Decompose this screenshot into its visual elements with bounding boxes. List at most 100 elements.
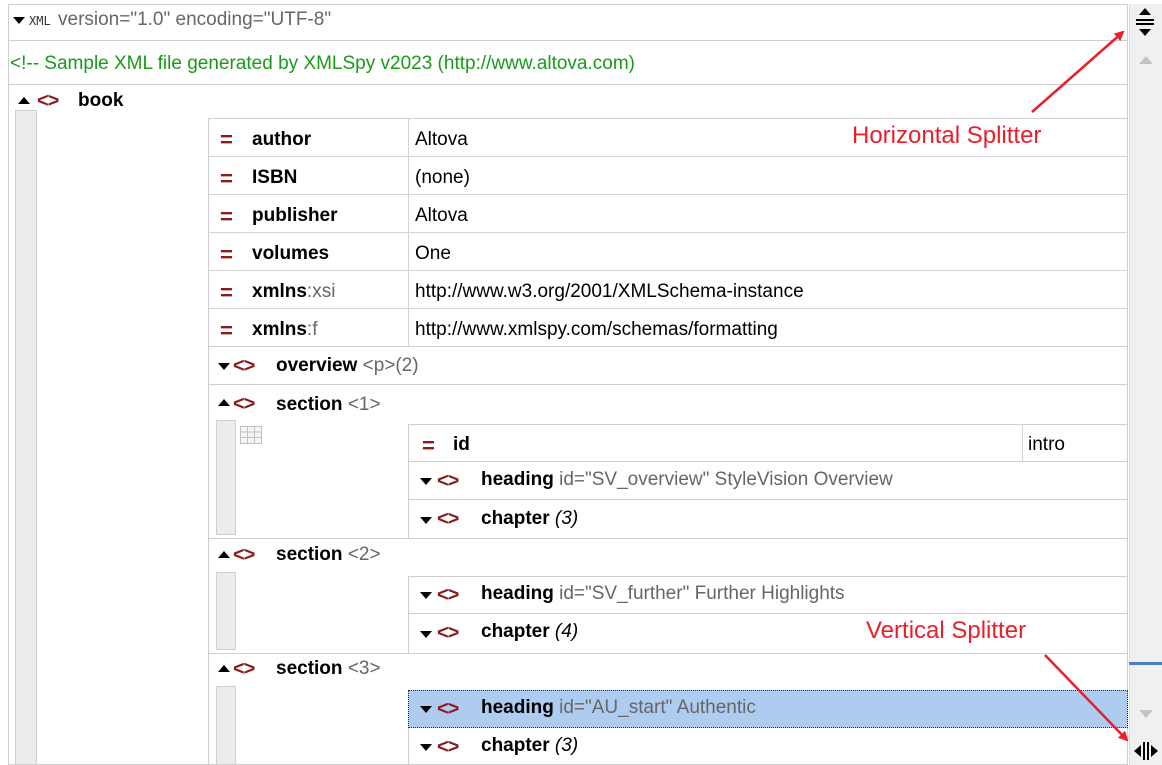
element-detail: id="SV_further" Further Highlights <box>559 583 845 604</box>
element-tag: <p> <box>362 355 396 376</box>
attribute-icon: = <box>220 204 233 229</box>
collapse-toggle-icon[interactable] <box>18 97 30 104</box>
comment-text: <!-- Sample XML file generated by XMLSpy… <box>10 53 635 74</box>
element-count: (3) <box>554 508 579 529</box>
element-icon: <> <box>437 470 459 492</box>
attr-value[interactable]: http://www.w3.org/2001/XMLSchema-instanc… <box>415 281 804 303</box>
expand-toggle-icon[interactable] <box>420 744 432 751</box>
element-count: (2) <box>395 355 419 376</box>
attribute-icon: = <box>422 433 435 458</box>
element-name: chapter <box>481 508 550 529</box>
collapse-toggle-icon[interactable] <box>218 399 230 406</box>
book-collapse-bar[interactable] <box>15 110 37 765</box>
element-name: chapter <box>481 735 550 756</box>
scroll-down-arrow-icon[interactable] <box>1139 710 1153 718</box>
element-name: section <box>276 658 343 679</box>
section-collapse-bar[interactable] <box>216 686 236 765</box>
element-icon: <> <box>437 622 459 644</box>
attr-name: id <box>453 434 470 455</box>
vertical-splitter-icon[interactable] <box>1133 740 1159 762</box>
attr-value[interactable]: Altova <box>415 129 468 151</box>
element-icon: <> <box>437 698 459 720</box>
horizontal-splitter-icon[interactable] <box>1134 6 1156 38</box>
expand-toggle-icon[interactable] <box>420 517 432 524</box>
element-detail: id="SV_overview" StyleVision Overview <box>559 469 893 490</box>
section-collapse-bar[interactable] <box>216 572 236 650</box>
attr-value[interactable]: (none) <box>415 167 470 189</box>
scrollbar-thumb[interactable] <box>1129 662 1162 665</box>
xml-declaration-text: version="1.0" encoding="UTF-8" <box>58 9 332 30</box>
element-detail: id="AU_start" Authentic <box>559 697 756 718</box>
scroll-up-arrow-icon[interactable] <box>1139 56 1153 64</box>
attr-value[interactable]: http://www.xmlspy.com/schemas/formatting <box>415 319 778 341</box>
section-1-id-attr-row[interactable] <box>408 424 1128 462</box>
element-name: heading <box>481 583 554 604</box>
row-divider <box>208 232 1128 233</box>
attribute-icon: = <box>220 166 233 191</box>
expand-toggle-icon[interactable] <box>13 17 25 24</box>
attr-name: xmlns:xsi <box>252 281 335 303</box>
section-label[interactable]: section <3> <box>276 658 381 680</box>
expand-toggle-icon[interactable] <box>420 478 432 485</box>
attr-value[interactable]: One <box>415 243 451 265</box>
attr-value[interactable]: intro <box>1028 434 1065 456</box>
element-icon: <> <box>37 90 59 112</box>
expand-toggle-icon[interactable] <box>420 631 432 638</box>
attr-column-divider[interactable] <box>1022 424 1023 462</box>
row-divider <box>208 308 1128 309</box>
chapter-label: chapter (3) <box>481 735 578 757</box>
attr-name-prefix: :f <box>306 319 318 340</box>
vertical-scrollbar[interactable] <box>1129 4 1162 765</box>
attribute-icon: = <box>220 242 233 267</box>
element-icon: <> <box>233 544 255 566</box>
attr-name-local: xmlns <box>252 281 307 302</box>
attr-name-prefix: :xsi <box>306 281 336 302</box>
attr-name: volumes <box>252 243 330 264</box>
chapter-label: chapter (3) <box>481 508 578 530</box>
element-name: section <box>276 394 343 415</box>
element-icon: <> <box>437 736 459 758</box>
element-name: chapter <box>481 621 550 642</box>
heading-label: heading id="SV_overview" StyleVision Ove… <box>481 469 893 491</box>
expand-toggle-icon[interactable] <box>420 592 432 599</box>
row-divider <box>208 270 1128 271</box>
heading-label: heading id="SV_further" Further Highligh… <box>481 583 845 605</box>
section-label[interactable]: section <1> <box>276 394 381 416</box>
book-element-name[interactable]: book <box>78 90 123 112</box>
row-divider <box>208 156 1128 157</box>
section-collapse-bar[interactable] <box>216 420 236 535</box>
expand-toggle-icon[interactable] <box>218 363 230 370</box>
element-count: (3) <box>554 735 579 756</box>
element-icon: <> <box>437 508 459 530</box>
horizontal-splitter-annotation: Horizontal Splitter <box>852 122 1042 149</box>
element-index: <3> <box>347 658 381 679</box>
element-icon: <> <box>233 658 255 680</box>
attr-name: xmlns:f <box>252 319 317 341</box>
attribute-icon: = <box>220 127 233 152</box>
attribute-icon: = <box>220 318 233 343</box>
element-icon: <> <box>233 355 255 377</box>
expand-toggle-icon[interactable] <box>420 706 432 713</box>
element-index: <2> <box>347 544 381 565</box>
element-icon: <> <box>233 393 255 415</box>
chapter-label: chapter (4) <box>481 621 578 643</box>
attribute-icon: = <box>220 280 233 305</box>
element-name: heading <box>481 469 554 490</box>
overview-label: overview <p>(2) <box>276 355 419 377</box>
element-name: heading <box>481 697 554 718</box>
collapse-toggle-icon[interactable] <box>218 665 230 672</box>
element-name: section <box>276 544 343 565</box>
element-name: overview <box>276 355 358 376</box>
section-label[interactable]: section <2> <box>276 544 381 566</box>
element-index: <1> <box>347 394 381 415</box>
element-count: (4) <box>554 621 579 642</box>
attr-name: author <box>252 129 312 150</box>
vertical-splitter-annotation: Vertical Splitter <box>866 617 1027 644</box>
collapse-toggle-icon[interactable] <box>218 551 230 558</box>
row-divider <box>208 194 1128 195</box>
table-view-icon[interactable] <box>240 426 262 444</box>
element-icon: <> <box>437 584 459 606</box>
xml-badge: XML <box>29 14 51 28</box>
attr-name: ISBN <box>252 167 298 188</box>
attr-value[interactable]: Altova <box>415 205 468 227</box>
